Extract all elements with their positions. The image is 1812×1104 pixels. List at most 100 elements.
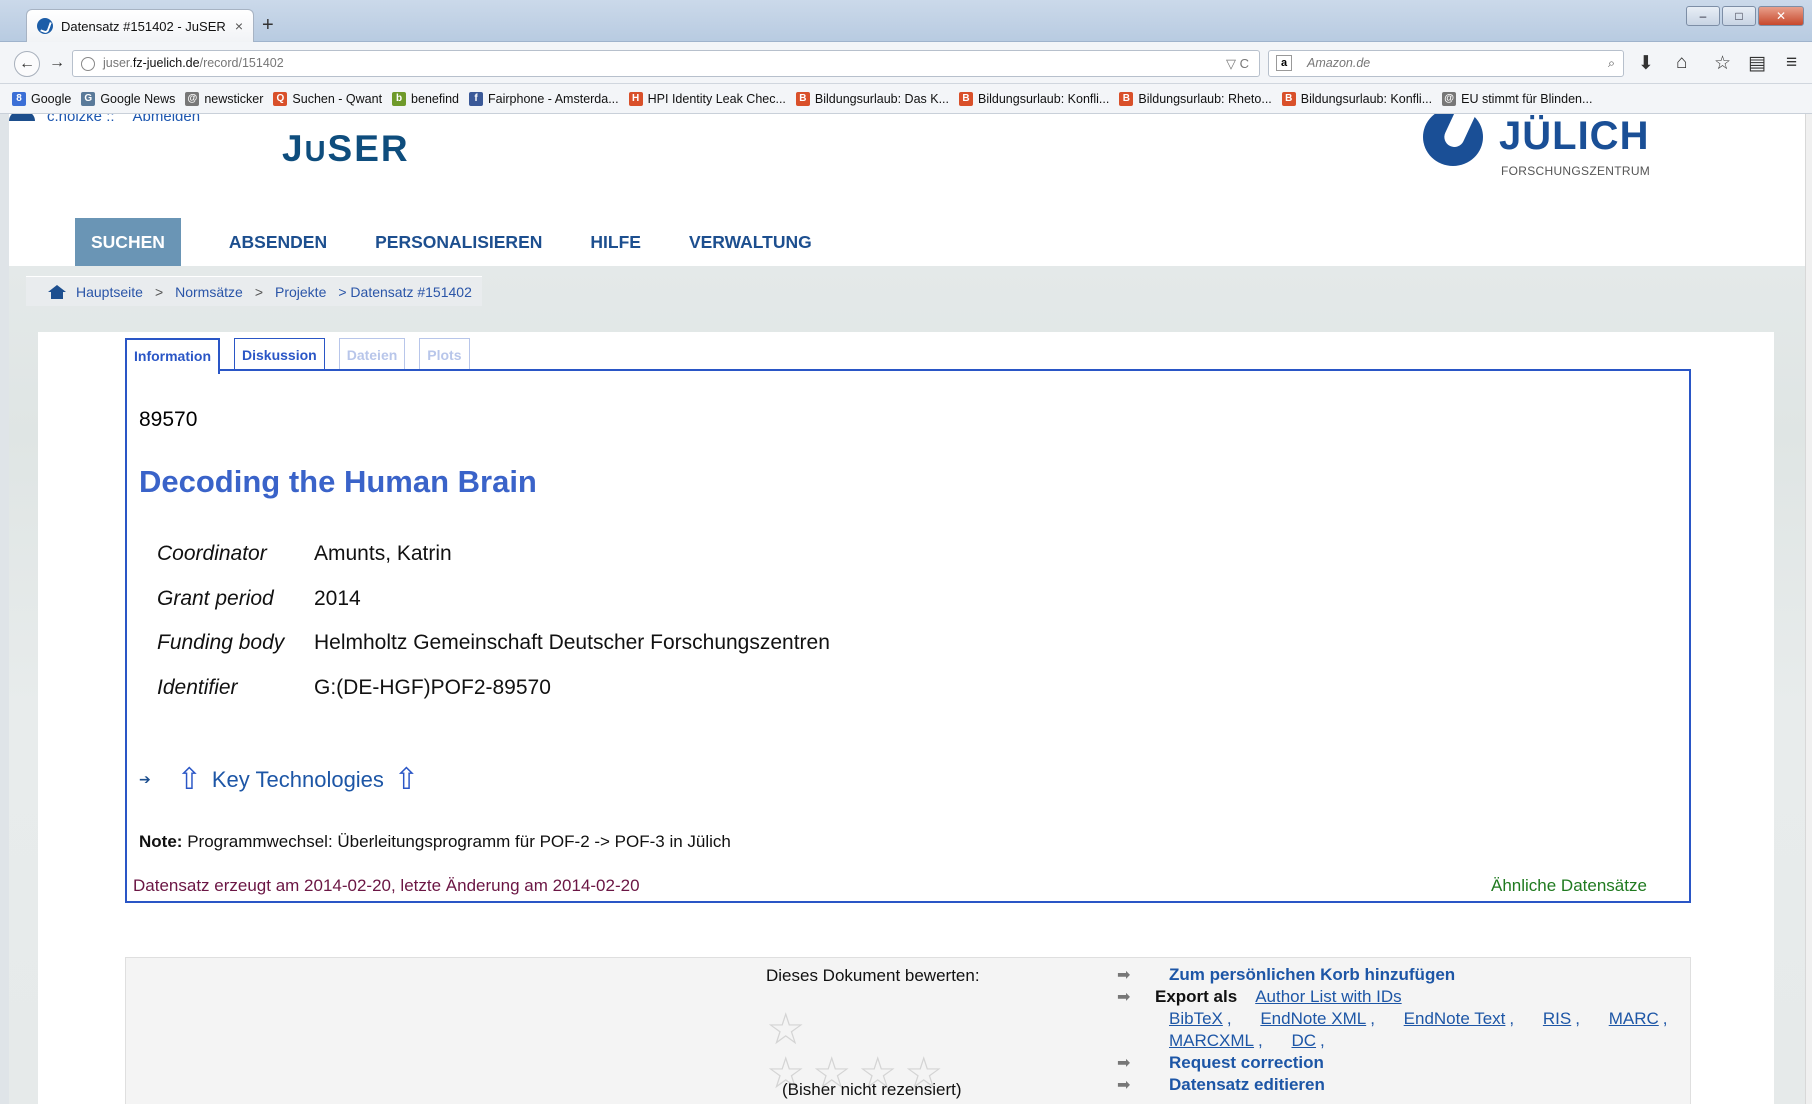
nav-verwaltung[interactable]: VERWALTUNG — [673, 218, 844, 266]
url-prefix: juser. — [103, 56, 133, 70]
breadcrumb-projekte[interactable]: Projekte — [275, 284, 326, 300]
export-formats: BibTeX, EndNote XML, EndNote Text, RIS, … — [1169, 1009, 1668, 1028]
up-arrow-icon[interactable]: ⇧ — [177, 762, 202, 797]
back-arrow-icon[interactable]: ← — [14, 51, 40, 77]
forschungszentrum-logo[interactable]: JÜLICH FORSCHUNGSZENTRUM — [1417, 114, 1657, 186]
bookmark-item[interactable]: f Fairphone - Amsterda... — [469, 91, 619, 106]
field-value: 2014 — [314, 586, 361, 610]
juelich-favicon-icon — [37, 18, 53, 34]
bookmark-item[interactable]: G Google News — [81, 91, 176, 106]
bookmark-item[interactable]: B Bildungsurlaub: Rheto... — [1119, 91, 1272, 106]
breadcrumb-normsaetze[interactable]: Normsätze — [175, 284, 243, 300]
reload-icon[interactable]: ▽ C — [1226, 51, 1249, 76]
bookmark-favicon-icon: B — [795, 91, 810, 106]
search-icon[interactable]: ⌕ — [1608, 51, 1615, 76]
new-tab-button[interactable]: + — [262, 14, 274, 37]
request-correction-link[interactable]: Request correction — [1169, 1053, 1324, 1073]
arrow-right-icon: ➡ — [1117, 967, 1131, 984]
home-icon[interactable]: ⌂ — [1676, 52, 1687, 74]
field-value: Amunts, Katrin — [314, 542, 452, 565]
page-scrollbar[interactable] — [1805, 114, 1812, 1104]
tab-close-icon[interactable]: × — [235, 18, 243, 34]
bookmark-item[interactable]: @ newsticker — [185, 91, 263, 106]
bookmark-item[interactable]: B Bildungsurlaub: Konfli... — [959, 91, 1110, 106]
parent-program-link[interactable]: Key Technologies — [212, 767, 384, 793]
main-navigation: SUCHEN ABSENDEN PERSONALISIEREN HILFE VE… — [75, 218, 844, 266]
action-row: BibTeX, EndNote XML, EndNote Text, RIS, … — [1117, 1008, 1692, 1030]
bookmark-item[interactable]: Q Suchen - Qwant — [273, 91, 383, 106]
nav-hilfe[interactable]: HILFE — [574, 218, 673, 266]
amazon-icon: a — [1276, 55, 1292, 71]
up-arrow-icon[interactable]: ⇧ — [394, 762, 419, 797]
record-title: Decoding the Human Brain — [139, 464, 537, 499]
similar-records-link[interactable]: Ähnliche Datensätze — [1491, 876, 1647, 896]
nav-suchen[interactable]: SUCHEN — [75, 218, 181, 266]
add-to-basket-link[interactable]: Zum persönlichen Korb hinzufügen — [1169, 965, 1455, 985]
action-row: ➡ Request correction — [1117, 1052, 1692, 1074]
nav-personalisieren[interactable]: PERSONALISIEREN — [359, 218, 574, 266]
browser-titlebar: Datensatz #151402 - JuSER × + – □ ✕ — [0, 0, 1812, 42]
logout-link[interactable]: Abmelden — [133, 114, 201, 125]
tab-plots: Plots — [419, 338, 470, 372]
minimize-button[interactable]: – — [1686, 6, 1720, 26]
breadcrumb: Hauptseite > Normsätze > Projekte > Date… — [26, 276, 482, 306]
note-text: Programmwechsel: Überleitungsprogramm fü… — [187, 832, 731, 851]
export-endnote-xml-link[interactable]: EndNote XML — [1260, 1009, 1366, 1028]
menu-icon[interactable]: ≡ — [1786, 52, 1797, 74]
export-author-list-link[interactable]: Author List with IDs — [1255, 987, 1401, 1007]
record-fields: Coordinator Amunts, Katrin Grant period … — [157, 542, 830, 720]
tab-information[interactable]: Information — [125, 338, 220, 374]
bookmark-favicon-icon: B — [1119, 91, 1134, 106]
bookmark-label: Bildungsurlaub: Konfli... — [978, 91, 1110, 106]
export-dc-link[interactable]: DC — [1291, 1031, 1316, 1050]
bookmark-label: HPI Identity Leak Chec... — [647, 91, 786, 106]
bullet-arrow-icon: ➔ — [139, 771, 151, 787]
logo-subtitle: FORSCHUNGSZENTRUM — [1501, 164, 1651, 178]
bookmark-favicon-icon: G — [81, 91, 96, 106]
field-value: Helmholtz Gemeinschaft Deutscher Forschu… — [314, 631, 830, 654]
bookmark-item[interactable]: B Bildungsurlaub: Konfli... — [1281, 91, 1432, 106]
bookmark-item[interactable]: B Bildungsurlaub: Das K... — [795, 91, 949, 106]
bookmark-item[interactable]: 8 Google — [12, 91, 71, 106]
user-name[interactable]: c.holzke :: — [47, 114, 115, 125]
bookmark-favicon-icon: B — [1281, 91, 1296, 106]
url-host: fz-juelich.de — [132, 56, 200, 70]
bookmark-favicon-icon: 8 — [12, 91, 26, 106]
bookmark-favicon-icon: H — [628, 91, 643, 106]
tab-dateien: Dateien — [338, 338, 406, 372]
edit-record-link[interactable]: Datensatz editieren — [1169, 1075, 1325, 1095]
maximize-button[interactable]: □ — [1722, 6, 1756, 26]
arrow-right-icon: ➡ — [1117, 1077, 1131, 1094]
logo-rest: SER — [327, 128, 410, 169]
breadcrumb-current: > Datensatz #151402 — [338, 283, 472, 300]
browser-tab-active[interactable]: Datensatz #151402 - JuSER × — [26, 9, 254, 42]
forward-arrow-icon[interactable]: → — [44, 51, 70, 77]
juelich-swirl-icon — [1423, 114, 1483, 166]
bookmark-item[interactable]: b benefind — [392, 91, 459, 106]
export-ris-link[interactable]: RIS — [1543, 1009, 1571, 1028]
export-marcxml-link[interactable]: MARCXML — [1169, 1031, 1254, 1050]
bookmark-item[interactable]: H HPI Identity Leak Chec... — [628, 91, 786, 106]
bookmark-label: Suchen - Qwant — [292, 91, 383, 106]
bookmark-favicon-icon: b — [392, 91, 407, 106]
nav-absenden[interactable]: ABSENDEN — [213, 218, 359, 266]
bookmark-label: Google News — [100, 91, 176, 106]
export-marc-link[interactable]: MARC — [1609, 1009, 1659, 1028]
action-row: ➡ Zum persönlichen Korb hinzufügen — [1117, 964, 1692, 986]
window-close-button[interactable]: ✕ — [1758, 6, 1804, 26]
breadcrumb-home[interactable]: Hauptseite — [76, 284, 143, 300]
juser-logo[interactable]: JUSER — [282, 128, 410, 170]
field-label: Funding body — [157, 631, 285, 654]
search-input[interactable]: a Amazon.de ⌕ — [1268, 50, 1624, 77]
reading-list-icon[interactable]: ▤ — [1748, 52, 1766, 75]
url-bar[interactable]: juser.fz-juelich.de/record/151402 ▽ C — [72, 50, 1260, 77]
tab-diskussion[interactable]: Diskussion — [234, 338, 325, 372]
download-icon[interactable]: ⬇ — [1638, 52, 1654, 75]
logo-letter: J — [282, 128, 305, 169]
bookmark-item[interactable]: @ EU stimmt für Blinden... — [1442, 91, 1592, 106]
record-tabs: Information Diskussion Dateien Plots — [125, 338, 470, 374]
record-created-info: Datensatz erzeugt am 2014-02-20, letzte … — [133, 876, 640, 895]
export-endnote-text-link[interactable]: EndNote Text — [1404, 1009, 1506, 1028]
export-bibtex-link[interactable]: BibTeX — [1169, 1009, 1223, 1028]
bookmark-star-icon[interactable]: ☆ — [1714, 52, 1731, 75]
